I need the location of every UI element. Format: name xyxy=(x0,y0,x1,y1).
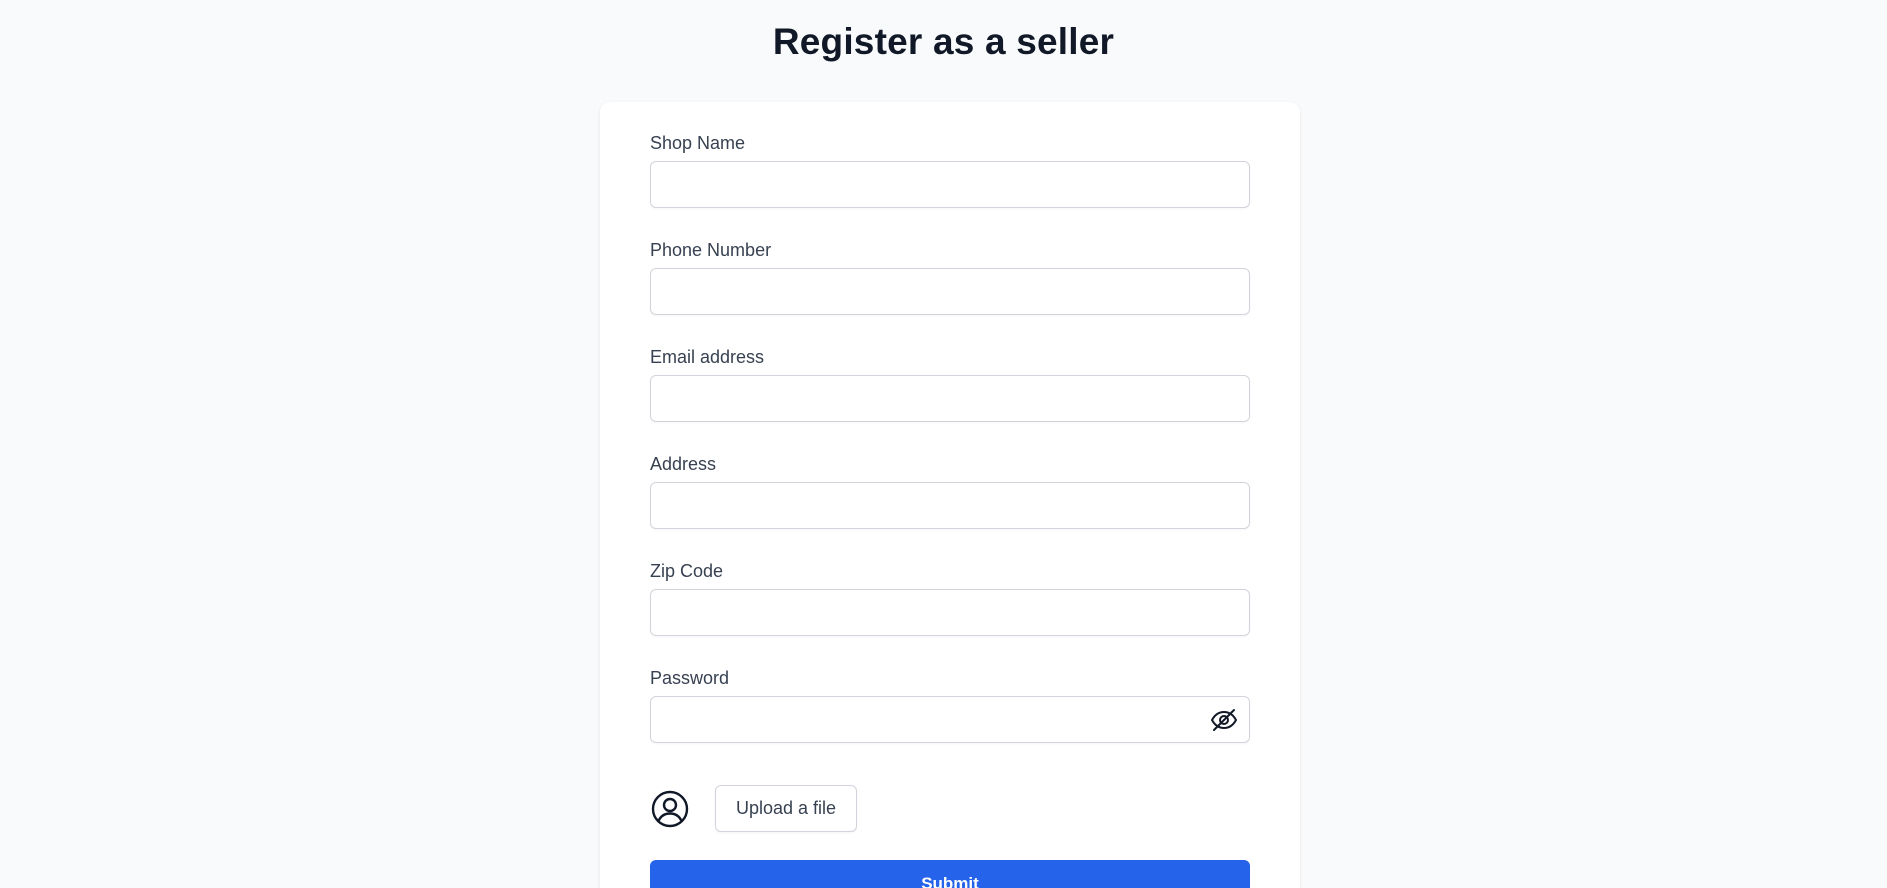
shop-name-label: Shop Name xyxy=(650,133,746,153)
password-label: Password xyxy=(650,668,730,688)
registration-form-card: Shop Name Phone Number Email address Add… xyxy=(600,102,1300,888)
address-input[interactable] xyxy=(650,482,1250,529)
email-address-label: Email address xyxy=(650,347,765,367)
email-address-input[interactable] xyxy=(650,375,1250,422)
page-title: Register as a seller xyxy=(772,21,1115,62)
zip-code-field: Zip Code xyxy=(650,560,1250,636)
address-field: Address xyxy=(650,453,1250,529)
user-circle-icon xyxy=(650,789,690,829)
submit-button[interactable]: Submit xyxy=(650,860,1250,888)
password-input[interactable] xyxy=(650,696,1250,743)
zip-code-label: Zip Code xyxy=(650,561,724,581)
email-address-field: Email address xyxy=(650,346,1250,422)
password-field: Password xyxy=(650,667,1250,743)
address-label: Address xyxy=(650,454,717,474)
phone-number-input[interactable] xyxy=(650,268,1250,315)
zip-code-input[interactable] xyxy=(650,589,1250,636)
shop-name-field: Shop Name xyxy=(650,132,1250,208)
phone-number-label: Phone Number xyxy=(650,240,772,260)
phone-number-field: Phone Number xyxy=(650,239,1250,315)
register-seller-page: Register as a seller Shop Name Phone Num… xyxy=(0,0,1887,888)
eye-slash-icon[interactable] xyxy=(1210,708,1238,732)
shop-name-input[interactable] xyxy=(650,161,1250,208)
upload-file-button[interactable]: Upload a file xyxy=(715,785,857,832)
